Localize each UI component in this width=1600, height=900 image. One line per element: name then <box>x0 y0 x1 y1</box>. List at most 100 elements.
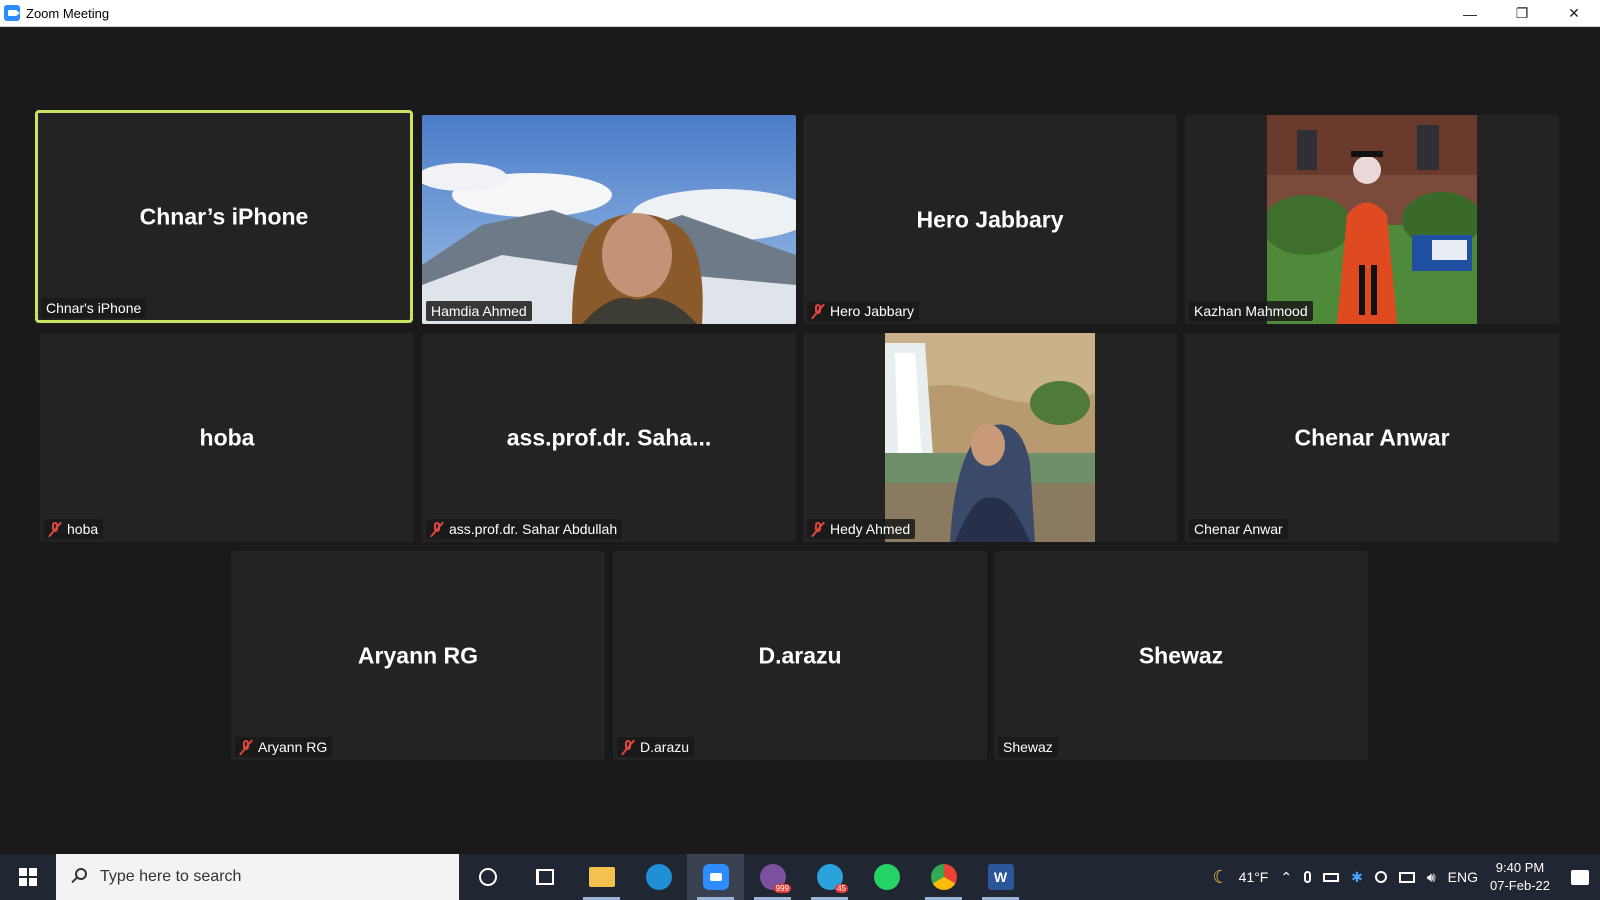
taskbar-search-input[interactable]: Type here to search <box>56 854 459 900</box>
clock-date: 07-Feb-22 <box>1490 878 1550 893</box>
telegram-button[interactable]: 45 <box>801 854 858 900</box>
word-button[interactable]: W <box>972 854 1029 900</box>
participant-video-hamdia-ahmed <box>422 115 796 324</box>
bluetooth-tray-icon[interactable]: ✱ <box>1351 869 1363 886</box>
taskbar-clock[interactable]: 9:40 PM 07-Feb-22 <box>1490 859 1550 895</box>
viber-button[interactable]: 999 <box>744 854 801 900</box>
search-icon <box>70 868 88 886</box>
participant-display-name: Chnar’s iPhone <box>139 203 309 229</box>
window-title: Zoom Meeting <box>26 5 110 21</box>
whatsapp-button[interactable] <box>858 854 915 900</box>
participant-tile-kazhan-mahmood[interactable]: Kazhan Mahmood <box>1185 115 1559 324</box>
muted-microphone-icon <box>811 521 825 537</box>
muted-microphone-icon <box>621 739 635 755</box>
participant-name-label: ass.prof.dr. Sahar Abdullah <box>426 519 623 539</box>
battery-icon <box>1323 872 1340 882</box>
participant-tile-d-arazu[interactable]: D.arazu D.arazu <box>613 551 987 760</box>
taskbar-apps: 999 45 W <box>459 854 1029 900</box>
moon-icon: ☾ <box>1212 866 1229 887</box>
bluetooth-icon: ✱ <box>1351 868 1363 885</box>
participant-tile-shewaz[interactable]: Shewaz Shewaz <box>994 551 1368 760</box>
participant-tile-hamdia-ahmed[interactable]: Hamdia Ahmed <box>422 115 796 324</box>
search-placeholder: Type here to search <box>100 868 242 885</box>
gallery-view: Chnar’s iPhone Chnar's iPhone Hamdia Ahm… <box>0 27 1600 854</box>
window-controls: — ❐ ✕ <box>1444 0 1600 27</box>
network-icon <box>1398 871 1415 883</box>
participant-name-label: hoba <box>44 519 104 539</box>
participant-display-name: Shewaz <box>1138 642 1224 668</box>
language-text: ENG <box>1447 869 1479 885</box>
clock-time: 9:40 PM <box>1495 860 1545 875</box>
participant-label-text: Hero Jabbary <box>830 303 915 319</box>
participant-video-kazhan-mahmood <box>1267 115 1477 324</box>
volume-tray-icon[interactable]: 🔊︎ <box>1427 869 1436 886</box>
show-hidden-icons-button[interactable]: ⌃ <box>1280 869 1292 886</box>
participant-label-text: Aryann RG <box>258 739 328 755</box>
participant-label-text: Shewaz <box>1003 739 1053 755</box>
edge-browser-button[interactable] <box>630 854 687 900</box>
participant-label-text: Hedy Ahmed <box>830 521 911 537</box>
participant-tile-chenar-anwar[interactable]: Chenar Anwar Chenar Anwar <box>1185 333 1559 542</box>
participant-display-name: D.arazu <box>758 642 842 668</box>
task-view-icon <box>535 869 554 885</box>
participant-label-text: Kazhan Mahmood <box>1194 303 1308 319</box>
window-titlebar: Zoom Meeting — ❐ ✕ <box>0 0 1600 27</box>
muted-microphone-icon <box>48 521 62 537</box>
folder-icon <box>588 867 615 887</box>
speaker-icon: 🔊︎ <box>1426 868 1436 885</box>
participant-display-name: Hero Jabbary <box>916 206 1064 232</box>
participant-tile-hedy-ahmed[interactable]: Hedy Ahmed <box>803 333 1177 542</box>
action-center-button[interactable] <box>1560 854 1600 900</box>
participant-label-text: Chnar's iPhone <box>46 300 142 316</box>
network-tray-icon[interactable] <box>1398 871 1415 883</box>
participant-tile-hero-jabbary[interactable]: Hero Jabbary Hero Jabbary <box>803 115 1177 324</box>
participant-tile-chnars-iphone[interactable]: Chnar’s iPhone Chnar's iPhone <box>35 110 413 323</box>
participant-label-text: Hamdia Ahmed <box>431 303 527 319</box>
close-button[interactable]: ✕ <box>1548 0 1600 27</box>
word-icon: W <box>987 864 1014 890</box>
participant-label-text: Chenar Anwar <box>1194 521 1283 537</box>
participant-name-label: Chnar's iPhone <box>41 298 147 318</box>
restore-button[interactable]: ❐ <box>1496 0 1548 27</box>
start-button[interactable] <box>0 854 56 900</box>
participant-tile-aryann-rg[interactable]: Aryann RG Aryann RG <box>231 551 605 760</box>
file-explorer-button[interactable] <box>573 854 630 900</box>
webcam-icon <box>1374 871 1387 883</box>
zoom-app-icon <box>4 5 20 21</box>
participant-tile-sahar-abdullah[interactable]: ass.prof.dr. Saha... ass.prof.dr. Sahar … <box>422 333 796 542</box>
notification-icon <box>1571 869 1589 885</box>
battery-tray-icon[interactable] <box>1323 872 1340 882</box>
whatsapp-icon <box>873 864 900 890</box>
task-view-button[interactable] <box>516 854 573 900</box>
telegram-badge: 45 <box>835 884 848 893</box>
language-indicator[interactable]: ENG <box>1448 869 1478 885</box>
participant-name-label: Aryann RG <box>235 737 333 757</box>
minimize-button[interactable]: — <box>1444 0 1496 27</box>
participant-name-label: D.arazu <box>617 737 695 757</box>
cortana-circle-icon <box>478 868 497 886</box>
windows-taskbar: Type here to search 999 45 W ☾ 41°F ⌃ ✱ … <box>0 854 1600 900</box>
viber-badge: 999 <box>773 884 791 893</box>
participant-video-hedy-ahmed <box>885 333 1095 542</box>
zoom-taskbar-button[interactable] <box>687 854 744 900</box>
zoom-icon <box>702 864 729 890</box>
participant-tile-hoba[interactable]: hoba hoba <box>40 333 414 542</box>
windows-logo-icon <box>19 868 37 886</box>
weather-temperature: 41°F <box>1238 869 1269 885</box>
chevron-up-icon: ⌃ <box>1280 868 1293 885</box>
weather-widget[interactable]: ☾ 41°F <box>1213 867 1269 888</box>
microphone-icon <box>1304 871 1312 883</box>
cortana-button[interactable] <box>459 854 516 900</box>
camera-tray-icon[interactable] <box>1374 871 1387 883</box>
participant-display-name: Aryann RG <box>357 642 479 668</box>
microphone-tray-icon[interactable] <box>1304 871 1312 883</box>
system-tray: ☾ 41°F ⌃ ✱ 🔊︎ ENG 9:40 PM 07-Feb-22 <box>1207 854 1600 900</box>
muted-microphone-icon <box>430 521 444 537</box>
participant-name-label: Hamdia Ahmed <box>426 301 532 321</box>
participant-label-text: ass.prof.dr. Sahar Abdullah <box>449 521 618 537</box>
participant-name-label: Chenar Anwar <box>1189 519 1288 539</box>
participant-display-name: Chenar Anwar <box>1294 424 1450 450</box>
participant-label-text: D.arazu <box>640 739 690 755</box>
chrome-button[interactable] <box>915 854 972 900</box>
participant-display-name: ass.prof.dr. Saha... <box>506 424 712 450</box>
